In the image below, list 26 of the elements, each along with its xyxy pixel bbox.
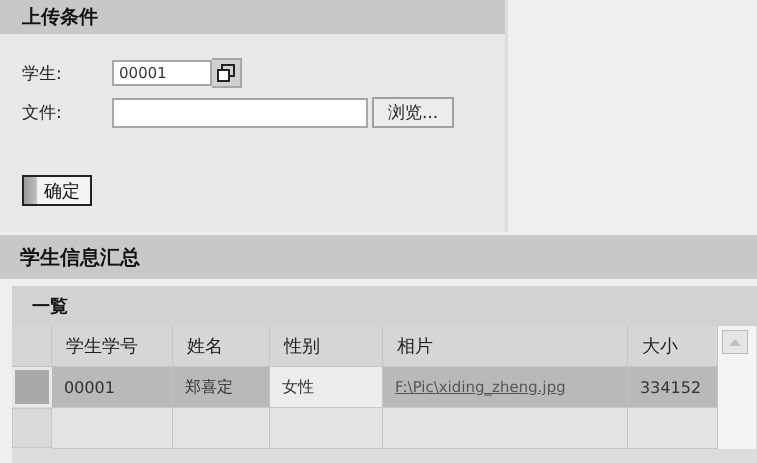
field-label: 学生: xyxy=(22,62,63,84)
table-cell: 郑喜定 xyxy=(173,367,270,408)
column-header[interactable]: 性别 xyxy=(270,326,383,367)
column-header[interactable]: 大小 xyxy=(628,326,718,367)
up-arrow-icon xyxy=(729,338,741,346)
corner-cell xyxy=(12,326,52,367)
row-selector[interactable] xyxy=(12,408,52,448)
windows-icon xyxy=(217,64,235,82)
cell-field[interactable]: 女性 xyxy=(270,367,383,408)
section-title: 学生信息汇总 xyxy=(0,235,757,279)
table-cell: 334152 xyxy=(628,367,718,408)
student-field[interactable]: 00001 xyxy=(112,60,212,86)
row-selector[interactable] xyxy=(12,367,52,407)
file-field[interactable] xyxy=(112,98,368,128)
lookup-button[interactable] xyxy=(212,58,242,88)
photo-link[interactable]: F:\Pic\xiding_zheng.jpg xyxy=(395,378,566,396)
column-header[interactable]: 相片 xyxy=(383,326,628,367)
column-header[interactable]: 学生学号 xyxy=(52,326,173,367)
confirm-button[interactable]: 确定 xyxy=(22,175,92,206)
table-cell: 00001 xyxy=(52,367,173,408)
panel-title: 上传条件 xyxy=(0,0,505,34)
browse-button[interactable]: 浏览... xyxy=(372,97,454,128)
list-title: 一覧 xyxy=(12,286,757,326)
scroll-up-button[interactable] xyxy=(722,330,748,354)
field-label: 文件: xyxy=(22,102,63,124)
column-header[interactable]: 姓名 xyxy=(173,326,270,367)
